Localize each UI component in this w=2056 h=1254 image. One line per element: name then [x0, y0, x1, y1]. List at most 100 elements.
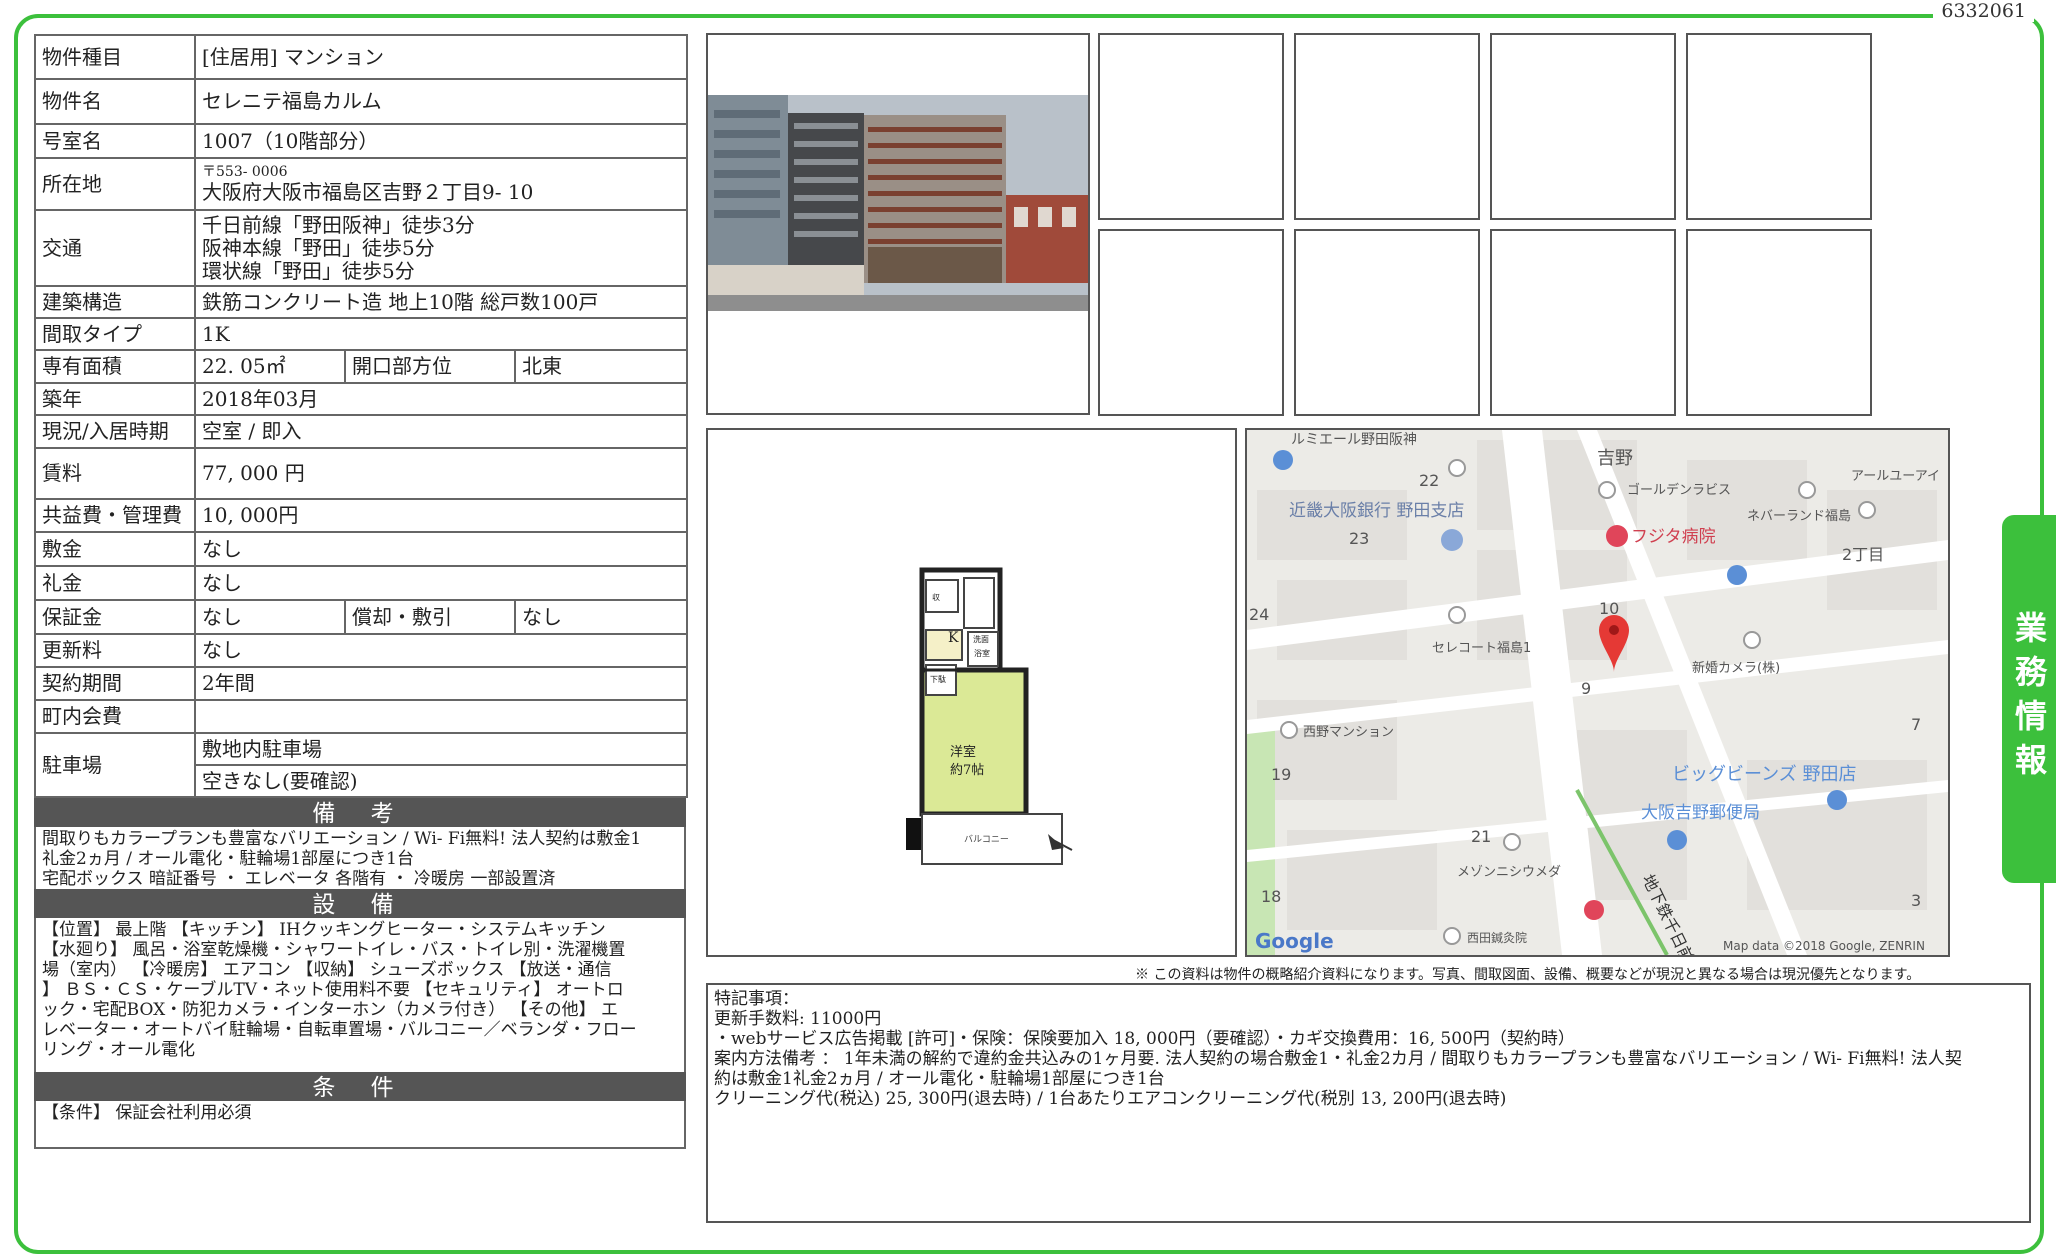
- map-number: 9: [1581, 679, 1591, 698]
- map-number: 19: [1271, 765, 1291, 784]
- property-spec-panel: 物件種目 [住居用] マンション 物件名 セレニテ福島カルム 号室名 1007（10階…: [34, 34, 689, 1149]
- deposit-label: 敷金: [34, 531, 196, 567]
- disclaimer: ※ この資料は物件の概略紹介資料になります。写真、間取図面、設備、概要などが現況…: [1135, 967, 1921, 983]
- transport-line: 環状線「野田」徒歩5分: [202, 258, 415, 283]
- direction-label: 開口部方位: [344, 349, 516, 384]
- fee-label: 共益費・管理費: [34, 498, 196, 533]
- floor-plan-drawing: K 洗面 浴室 収 下駄 洋室 約7帖 バルコニー: [906, 567, 1073, 865]
- equipment-line: 【位置】 最上階 【キッチン】 IHクッキングヒーター・システムキッチン: [42, 920, 606, 940]
- built-value: 2018年03月: [193, 382, 689, 416]
- washroom-label: 洗面: [973, 634, 989, 644]
- map-label: 2丁目: [1842, 545, 1884, 564]
- map-number: 23: [1349, 529, 1369, 548]
- address-value: 大阪府大阪市福島区吉野２丁目9- 10: [202, 179, 534, 204]
- fee-value: 10, 000円: [193, 498, 689, 533]
- equipment-body: 【位置】 最上階 【キッチン】 IHクッキングヒーター・システムキッチン 【水廻…: [34, 918, 686, 1072]
- map-label: 新婚カメラ(株): [1692, 660, 1780, 676]
- room-value: 1007（10階部分）: [193, 123, 689, 159]
- area-value: 22. 05㎡: [194, 349, 346, 384]
- photo-thumbnail[interactable]: [1294, 33, 1480, 220]
- equipment-line: 場（室内） 【冷暖房】 エアコン 【収納】 シューズボックス 【放送・通信: [42, 960, 612, 980]
- association-label: 町内会費: [34, 699, 196, 734]
- photo-thumbnail[interactable]: [1098, 33, 1284, 220]
- remarks-line: 更新手数料: 11000円: [714, 1009, 882, 1029]
- key-money-value: なし: [193, 565, 689, 601]
- bath-label: 浴室: [974, 648, 990, 658]
- rent-value: 77, 000 円: [193, 447, 689, 500]
- photo-thumbnail[interactable]: [1686, 229, 1872, 416]
- spec-table: 物件種目 [住居用] マンション 物件名 セレニテ福島カルム 号室名 1007（10階…: [34, 34, 689, 798]
- map-label: メゾンニシウメダ: [1457, 865, 1561, 880]
- transport-label: 交通: [34, 209, 196, 287]
- photo-thumbnail[interactable]: [1686, 33, 1872, 220]
- balcony-label: バルコニー: [964, 834, 1009, 845]
- type-value: [住居用] マンション: [193, 34, 689, 80]
- contract-label: 契約期間: [34, 666, 196, 701]
- amortization-label: 償却・敷引: [344, 599, 516, 635]
- floor-plan[interactable]: K 洗面 浴室 収 下駄 洋室 約7帖 バルコニー: [706, 428, 1237, 957]
- notes-body: 間取りもカラープランも豊富なバリエーション / Wi- Fi無料! 法人契約は敷…: [34, 827, 686, 889]
- equipment-line: レベーター・オートバイ駐輪場・自転車置場・バルコニー／ベランダ・フロー: [42, 1020, 637, 1040]
- notes-line: 宅配ボックス 暗証番号 ・ エレベータ 各階有 ・ 冷暖房 一部設置済: [42, 869, 556, 889]
- address-cell: 〒553- 0006 大阪府大阪市福島区吉野２丁目9- 10: [193, 157, 689, 211]
- remarks-line: 約は敷金1礼金2ヵ月 / オール電化・駐輪場1部屋につき1台: [714, 1069, 1165, 1089]
- rent-label: 賃料: [34, 447, 196, 500]
- equipment-heading: 設 備: [34, 889, 686, 918]
- photo-thumbnail[interactable]: [1490, 33, 1676, 220]
- contract-value: 2年間: [193, 666, 689, 701]
- equipment-line: 】 ＢＳ・ＣＳ・ケーブルTV・ネット使用料不要 【セキュリティ】 オートロ: [42, 980, 624, 1000]
- business-info-tab[interactable]: 業務情報: [2002, 515, 2056, 883]
- address-label: 所在地: [34, 157, 196, 211]
- remarks-line: ・webサービス広告掲載 [許可]・保険：保険要加入 18, 000円（要確認）…: [714, 1029, 1575, 1049]
- google-logo: Google: [1255, 929, 1334, 953]
- type-label: 物件種目: [34, 34, 196, 80]
- map-number: 24: [1249, 605, 1269, 624]
- notes-line: 間取りもカラープランも豊富なバリエーション / Wi- Fi無料! 法人契約は敷…: [42, 829, 642, 849]
- renewal-label: 更新料: [34, 633, 196, 668]
- built-label: 築年: [34, 382, 196, 416]
- amortization-value: なし: [513, 599, 689, 635]
- conditions-line: 【条件】 保証会社利用必須: [42, 1103, 252, 1123]
- map-label: セレコート福島1: [1432, 641, 1531, 656]
- location-map[interactable]: ルミエール野田阪神 吉野 アールユーアイ ゴールデンラビス ネバーランド福島 近…: [1245, 428, 1950, 957]
- area-label: 専有面積: [34, 349, 196, 384]
- storage-label: 収: [932, 592, 940, 602]
- map-label: ゴールデンラビス: [1627, 482, 1731, 498]
- guarantee-label: 保証金: [34, 599, 196, 635]
- map-number: 3: [1911, 891, 1921, 910]
- direction-value: 北東: [513, 349, 689, 384]
- property-name: セレニテ福島カルム: [193, 78, 689, 125]
- name-label: 物件名: [34, 78, 196, 125]
- room-size-label: 約7帖: [950, 763, 984, 778]
- map-number: 10: [1599, 599, 1619, 618]
- photo-thumbnail[interactable]: [1294, 229, 1480, 416]
- layout-label: 間取タイプ: [34, 317, 196, 351]
- kitchen-label: K: [948, 630, 959, 646]
- remarks-line: 特記事項：: [714, 989, 799, 1009]
- parking-label: 駐車場: [34, 732, 196, 798]
- shoes-label: 下駄: [930, 674, 946, 684]
- map-label: フジタ病院: [1631, 527, 1716, 547]
- equipment-line: ック・宅配BOX・防犯カメラ・インターホン（カメラ付き） 【その他】 エ: [42, 1000, 619, 1020]
- status-value: 空室 / 即入: [193, 414, 689, 449]
- building-photo-image: [708, 95, 1088, 311]
- map-number: 7: [1911, 715, 1921, 734]
- layout-value: 1K: [193, 317, 689, 351]
- association-value: [193, 699, 689, 734]
- map-label: 吉野: [1597, 448, 1633, 469]
- map-number: 22: [1419, 471, 1439, 490]
- building-photo[interactable]: [706, 33, 1090, 415]
- guarantee-value: なし: [194, 599, 346, 635]
- notes-line: 礼金2ヵ月 / オール電化・駐輪場1部屋につき1台: [42, 849, 414, 869]
- structure-value: 鉄筋コンクリート造 地上10階 総戸数100戸: [193, 285, 689, 319]
- postal-code: 〒553- 0006: [202, 164, 288, 181]
- key-money-label: 礼金: [34, 565, 196, 601]
- status-label: 現況/入居時期: [34, 414, 196, 449]
- photo-thumbnail[interactable]: [1490, 229, 1676, 416]
- photo-thumbnail[interactable]: [1098, 229, 1284, 416]
- room-type-label: 洋室: [950, 744, 976, 760]
- map-label: 西田鍼灸院: [1467, 930, 1527, 945]
- deposit-value: なし: [193, 531, 689, 567]
- parking-status: 空きなし(要確認): [193, 764, 689, 798]
- notes-heading: 備 考: [34, 798, 686, 827]
